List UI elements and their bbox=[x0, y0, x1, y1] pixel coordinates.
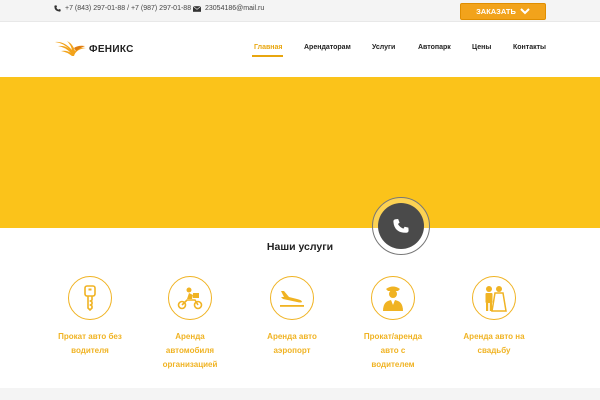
phone-contact[interactable]: +7 (843) 297-01-88 / +7 (987) 297-01-88 bbox=[54, 5, 191, 12]
service-label-line: организацией bbox=[162, 360, 218, 369]
service-icon-circle bbox=[472, 276, 516, 320]
service-icon-circle bbox=[168, 276, 212, 320]
service-label-line: свадьбу bbox=[477, 346, 511, 355]
service-icon-circle bbox=[68, 276, 112, 320]
service-item-company-rental[interactable]: Аренда автомобиля организацией bbox=[145, 276, 235, 372]
key-icon bbox=[84, 285, 96, 311]
service-icon-circle bbox=[270, 276, 314, 320]
email-contact[interactable]: 23054186@mail.ru bbox=[193, 5, 264, 12]
nav-home[interactable]: Главная bbox=[254, 44, 282, 51]
service-item-rental-no-driver[interactable]: Прокат авто без водителя bbox=[45, 276, 135, 358]
service-label-line: водителем bbox=[371, 360, 415, 369]
service-label-line: Аренда авто на bbox=[463, 332, 525, 341]
order-button-label: ЗАКАЗАТЬ bbox=[476, 7, 516, 16]
phone-icon bbox=[54, 5, 61, 12]
phone-icon bbox=[393, 219, 409, 233]
nav-tenants[interactable]: Арендаторам bbox=[304, 44, 351, 51]
service-label-line: авто с bbox=[380, 346, 406, 355]
service-label-line: Аренда bbox=[175, 332, 205, 341]
service-label-line: автомобиля bbox=[165, 346, 215, 355]
email-text: 23054186@mail.ru bbox=[205, 5, 265, 12]
services-title: Наши услуги bbox=[266, 241, 334, 253]
service-label-line: водителя bbox=[71, 346, 109, 355]
wedding-couple-icon bbox=[485, 286, 507, 312]
logo-text: ФЕНИКС bbox=[89, 43, 134, 55]
service-label-line: Прокат/аренда bbox=[363, 332, 423, 341]
chauffeur-icon bbox=[383, 286, 403, 311]
service-item-with-driver[interactable]: Прокат/аренда авто с водителем bbox=[348, 276, 438, 372]
service-label-line: аэропорт bbox=[273, 346, 311, 355]
phone-text: +7 (843) 297-01-88 / +7 (987) 297-01-88 bbox=[65, 5, 192, 12]
scooter-icon bbox=[177, 287, 203, 310]
top-bar: +7 (843) 297-01-88 / +7 (987) 297-01-88 … bbox=[0, 0, 600, 22]
logo[interactable]: ФЕНИКС bbox=[54, 39, 134, 59]
nav-contacts[interactable]: Контакты bbox=[513, 44, 546, 51]
envelope-icon bbox=[193, 5, 201, 12]
footer-strip bbox=[0, 388, 600, 400]
service-label-line: Аренда авто bbox=[267, 332, 317, 341]
service-icon-circle bbox=[371, 276, 415, 320]
nav-services[interactable]: Услуги bbox=[372, 44, 395, 51]
phoenix-logo-icon bbox=[55, 41, 86, 56]
nav-prices[interactable]: Цены bbox=[472, 44, 491, 51]
service-label-line: Прокат авто без bbox=[58, 332, 122, 341]
site-header: ФЕНИКС Главная Арендаторам Услуги Автопа… bbox=[0, 22, 600, 77]
nav-active-underline bbox=[252, 55, 283, 57]
hero-banner bbox=[0, 77, 600, 228]
plane-landing-icon bbox=[280, 291, 304, 307]
chevron-down-icon bbox=[520, 8, 530, 15]
nav-fleet[interactable]: Автопарк bbox=[418, 44, 451, 51]
service-item-airport[interactable]: Аренда авто аэропорт bbox=[247, 276, 337, 358]
service-item-wedding[interactable]: Аренда авто на свадьбу bbox=[449, 276, 539, 358]
order-button[interactable]: ЗАКАЗАТЬ bbox=[460, 3, 546, 20]
